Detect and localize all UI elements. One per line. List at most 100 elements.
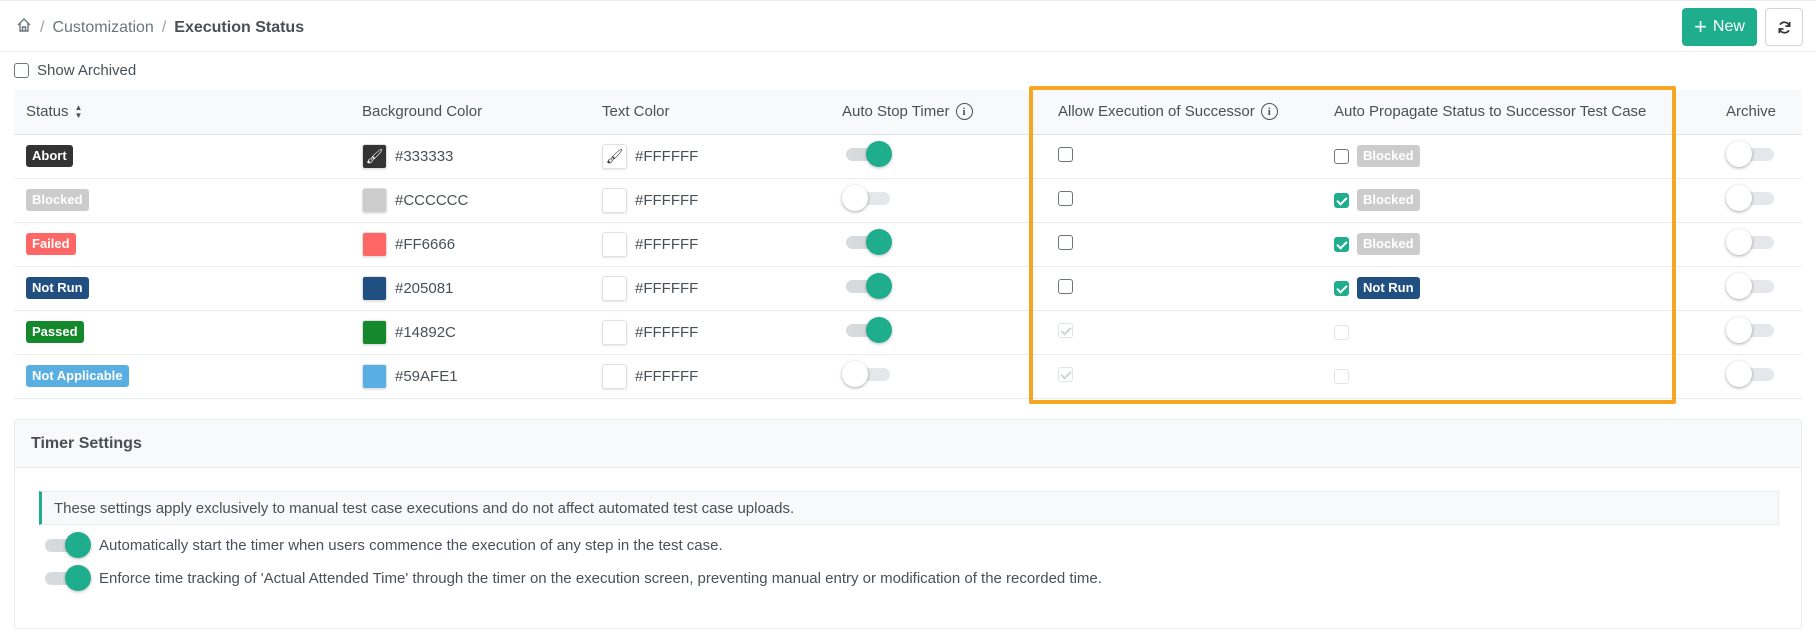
text-color-value: #FFFFFF bbox=[635, 279, 699, 297]
auto-propagate-checkbox[interactable] bbox=[1334, 280, 1349, 296]
new-button[interactable]: + New bbox=[1682, 8, 1757, 46]
sort-icon[interactable]: ▲ ▼ bbox=[75, 103, 83, 120]
background-color-swatch[interactable] bbox=[362, 231, 387, 257]
status-badge[interactable]: Failed bbox=[26, 233, 76, 255]
timer-option-label: Automatically start the timer when users… bbox=[99, 536, 723, 554]
text-color-swatch[interactable] bbox=[602, 319, 627, 345]
enforce-time-tracking-toggle[interactable] bbox=[41, 565, 91, 591]
table-row: Failed #FF6666 #FFFFFF Blocked bbox=[14, 222, 1802, 267]
text-color-value: #FFFFFF bbox=[635, 235, 699, 253]
allow-execution-checkbox[interactable] bbox=[1058, 278, 1073, 294]
background-color-value: #CCCCCC bbox=[395, 191, 469, 209]
archive-toggle[interactable] bbox=[1726, 317, 1774, 343]
auto-propagate-checkbox[interactable] bbox=[1334, 148, 1349, 164]
status-badge[interactable]: Abort bbox=[26, 145, 73, 167]
text-color-value: #FFFFFF bbox=[635, 191, 699, 209]
archive-toggle[interactable] bbox=[1726, 185, 1774, 211]
column-text-color: Text Color bbox=[590, 90, 830, 135]
background-color-swatch[interactable] bbox=[362, 275, 387, 301]
column-auto-stop-timer-label: Auto Stop Timer bbox=[842, 103, 950, 121]
timer-settings-title: Timer Settings bbox=[15, 420, 1801, 468]
archive-toggle[interactable] bbox=[1726, 141, 1774, 167]
background-color-value: #14892C bbox=[395, 323, 456, 341]
execution-status-table: Status ▲ ▼ Background Color Text Color Au… bbox=[14, 90, 1802, 399]
text-color-value: #FFFFFF bbox=[635, 323, 699, 341]
auto-stop-timer-toggle[interactable] bbox=[842, 317, 892, 343]
auto-propagate-checkbox bbox=[1334, 368, 1349, 384]
column-status[interactable]: Status ▲ ▼ bbox=[14, 90, 350, 135]
background-color-value: #205081 bbox=[395, 279, 454, 297]
refresh-button[interactable] bbox=[1765, 8, 1803, 46]
archive-toggle[interactable] bbox=[1726, 229, 1774, 255]
status-badge[interactable]: Passed bbox=[26, 321, 84, 343]
allow-execution-checkbox[interactable] bbox=[1058, 234, 1073, 250]
table-row: Blocked #CCCCCC #FFFFFF Blocked bbox=[14, 178, 1802, 223]
archive-toggle[interactable] bbox=[1726, 361, 1774, 387]
propagate-status-badge: Blocked bbox=[1357, 145, 1420, 167]
allow-execution-checkbox[interactable] bbox=[1058, 146, 1073, 162]
show-archived-label: Show Archived bbox=[37, 62, 137, 79]
table-row: Not Run #205081 #FFFFFF Not Run bbox=[14, 266, 1802, 311]
info-icon[interactable]: i bbox=[955, 103, 973, 121]
background-color-swatch[interactable] bbox=[362, 187, 387, 213]
background-color-swatch[interactable]: 🖌 bbox=[362, 143, 387, 169]
allow-execution-checkbox bbox=[1058, 366, 1073, 382]
auto-stop-timer-toggle[interactable] bbox=[842, 273, 892, 299]
background-color-value: #FF6666 bbox=[395, 235, 456, 253]
new-button-label: New bbox=[1712, 18, 1745, 35]
allow-execution-checkbox[interactable] bbox=[1058, 190, 1073, 206]
column-allow-execution: Allow Execution of Successor i bbox=[1046, 90, 1322, 135]
propagate-status-badge: Blocked bbox=[1357, 189, 1420, 211]
info-icon[interactable]: i bbox=[1260, 103, 1278, 121]
breadcrumb: / Customization / Execution Status bbox=[16, 17, 304, 38]
timer-settings-panel: Timer Settings These settings apply excl… bbox=[14, 419, 1802, 629]
show-archived-box[interactable] bbox=[14, 63, 29, 78]
status-badge[interactable]: Not Applicable bbox=[26, 365, 129, 387]
background-color-swatch[interactable] bbox=[362, 363, 387, 389]
breadcrumb-separator: / bbox=[40, 18, 45, 36]
timer-option-label: Enforce time tracking of 'Actual Attende… bbox=[99, 569, 1102, 587]
column-archive: Archive bbox=[1714, 90, 1802, 135]
text-color-swatch[interactable]: 🖌 bbox=[602, 143, 627, 169]
auto-stop-timer-toggle[interactable] bbox=[842, 141, 892, 167]
column-allow-execution-label: Allow Execution of Successor bbox=[1058, 103, 1255, 121]
auto-propagate-checkbox[interactable] bbox=[1334, 192, 1349, 208]
show-archived-checkbox[interactable]: Show Archived bbox=[14, 62, 136, 79]
auto-stop-timer-toggle[interactable] bbox=[842, 229, 892, 255]
column-status-label: Status bbox=[26, 103, 69, 121]
table-row: Not Applicable #59AFE1 #FFFFFF bbox=[14, 354, 1802, 399]
text-color-swatch[interactable] bbox=[602, 363, 627, 389]
auto-stop-timer-toggle[interactable] bbox=[842, 185, 890, 211]
column-auto-propagate: Auto Propagate Status to Successor Test … bbox=[1322, 90, 1714, 135]
top-bar: / Customization / Execution Status + New bbox=[0, 0, 1816, 52]
column-auto-stop-timer: Auto Stop Timer i bbox=[830, 90, 1046, 135]
timer-option-enforce: Enforce time tracking of 'Actual Attende… bbox=[41, 565, 1102, 591]
status-badge[interactable]: Blocked bbox=[26, 189, 89, 211]
text-color-value: #FFFFFF bbox=[635, 367, 699, 385]
table-row: Passed #14892C #FFFFFF bbox=[14, 310, 1802, 355]
page-title: Execution Status bbox=[174, 18, 305, 36]
timer-settings-note: These settings apply exclusively to manu… bbox=[39, 491, 1779, 525]
background-color-value: #59AFE1 bbox=[395, 367, 458, 385]
home-icon[interactable] bbox=[16, 17, 32, 38]
allow-execution-checkbox bbox=[1058, 322, 1073, 338]
auto-propagate-checkbox[interactable] bbox=[1334, 236, 1349, 252]
text-color-value: #FFFFFF bbox=[635, 147, 699, 165]
timer-option-auto-start: Automatically start the timer when users… bbox=[41, 532, 723, 558]
archive-toggle[interactable] bbox=[1726, 273, 1774, 299]
auto-propagate-checkbox bbox=[1334, 324, 1349, 340]
background-color-swatch[interactable] bbox=[362, 319, 387, 345]
propagate-status-badge: Blocked bbox=[1357, 233, 1420, 255]
status-badge[interactable]: Not Run bbox=[26, 277, 89, 299]
background-color-value: #333333 bbox=[395, 147, 454, 165]
table-row: Abort 🖌 #333333 🖌 #FFFFFF Blocked bbox=[14, 134, 1802, 179]
refresh-icon bbox=[1778, 20, 1790, 34]
text-color-swatch[interactable] bbox=[602, 187, 627, 213]
propagate-status-badge: Not Run bbox=[1357, 277, 1420, 299]
auto-start-timer-toggle[interactable] bbox=[41, 532, 91, 558]
text-color-swatch[interactable] bbox=[602, 231, 627, 257]
auto-stop-timer-toggle[interactable] bbox=[842, 361, 890, 387]
text-color-swatch[interactable] bbox=[602, 275, 627, 301]
breadcrumb-customization[interactable]: Customization bbox=[52, 19, 153, 37]
plus-icon: + bbox=[1694, 14, 1707, 39]
